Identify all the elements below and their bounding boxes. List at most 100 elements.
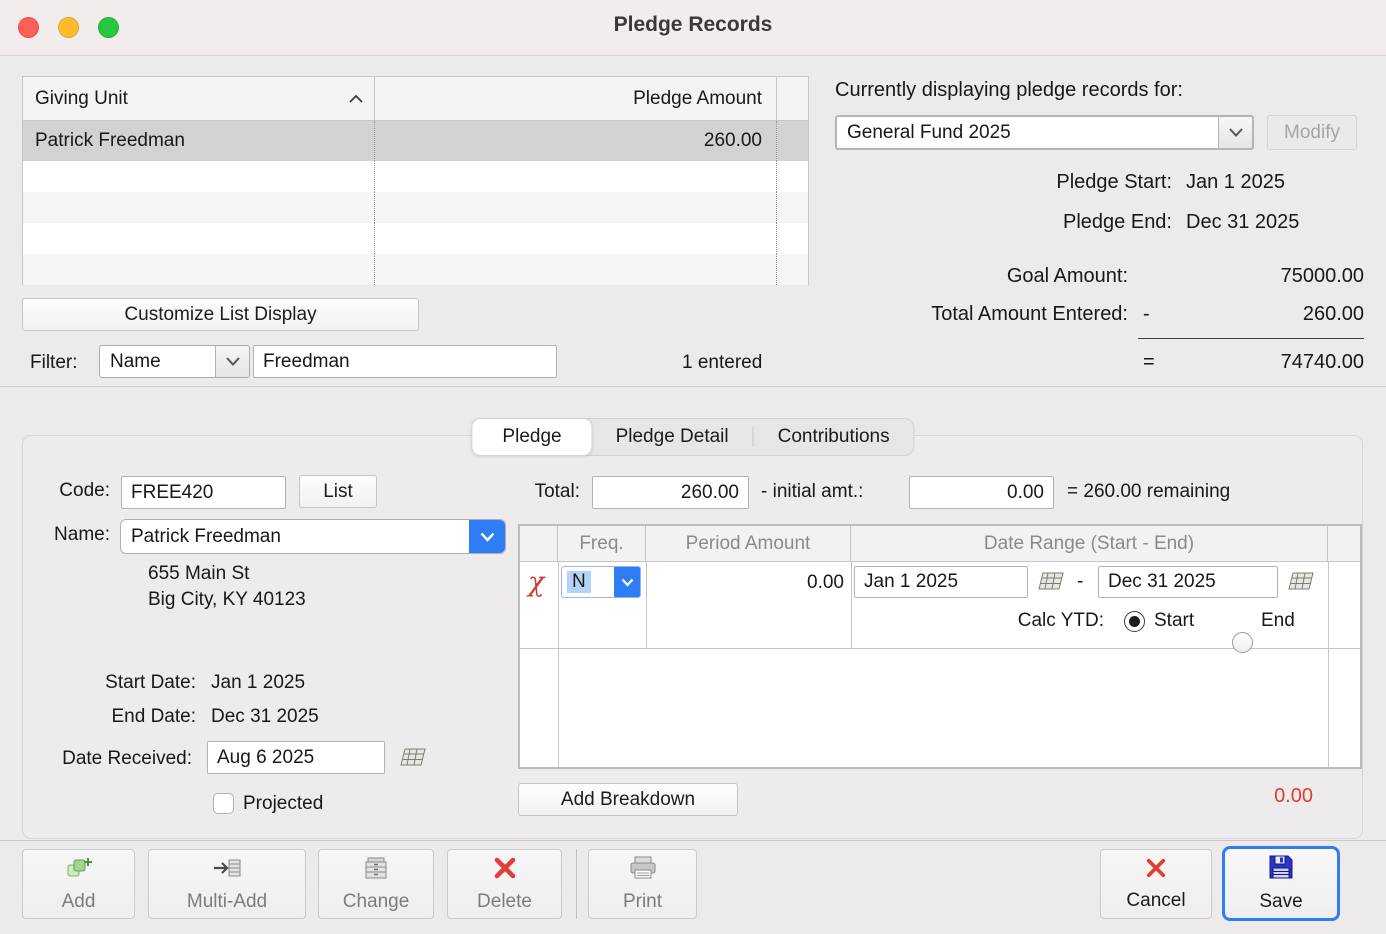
code-label: Code: [59, 480, 110, 501]
range-end-calendar-icon[interactable] [1286, 570, 1316, 598]
chevron-down-icon[interactable] [469, 520, 505, 553]
cancel-button[interactable]: Cancel [1100, 849, 1212, 919]
title-bar: Pledge Records [0, 0, 1386, 56]
list-empty-row[interactable] [23, 161, 808, 192]
calc-ytd-start-radio[interactable] [1124, 611, 1145, 632]
change-icon [363, 856, 389, 886]
freq-dropdown[interactable]: N [561, 566, 641, 598]
fund-dropdown[interactable]: General Fund 2025 [835, 115, 1254, 150]
list-empty-row[interactable] [23, 192, 808, 223]
pledge-amount-column-header[interactable]: Pledge Amount [374, 77, 776, 120]
total-label: Total: [534, 481, 580, 502]
breakdown-body: χ N 0.00 - Calc YTD: [520, 562, 1360, 767]
tab-contributions-label: Contributions [777, 426, 890, 447]
code-list-label: List [323, 480, 353, 502]
date-received-label: Date Received: [62, 748, 192, 769]
range-dash: - [1077, 571, 1084, 592]
modify-fund-button[interactable]: Modify [1267, 115, 1357, 150]
code-input[interactable] [121, 476, 286, 509]
range-start-date-input[interactable] [854, 566, 1028, 598]
entered-count-label: 1 entered [682, 352, 763, 373]
pledge-start-label: Pledge Start: [1056, 171, 1172, 193]
add-icon [65, 856, 93, 886]
chevron-down-icon[interactable] [614, 567, 640, 597]
cancel-label: Cancel [1126, 889, 1186, 911]
cancel-x-icon [1145, 857, 1167, 885]
list-row-selected[interactable]: Patrick Freedman 260.00 [23, 121, 808, 161]
start-date-value: Jan 1 2025 [211, 672, 306, 693]
list-empty-row[interactable] [23, 254, 808, 285]
filter-field-value: Name [110, 350, 161, 372]
column-divider [558, 562, 559, 767]
save-disk-icon [1268, 854, 1294, 886]
calc-ytd-label: Calc YTD: [1017, 610, 1104, 631]
subtotal-rule [1138, 338, 1364, 339]
chevron-down-icon[interactable] [1218, 117, 1252, 148]
freq-header-label: Freq. [579, 532, 624, 554]
list-header-row: Giving Unit Pledge Amount [23, 77, 808, 121]
pledge-detail-section: Pledge Pledge Detail Contributions Code:… [0, 386, 1386, 840]
delete-label: Delete [477, 890, 532, 912]
tab-contributions[interactable]: Contributions [754, 419, 914, 455]
print-button[interactable]: Print [588, 849, 697, 919]
tab-bar: Pledge Pledge Detail Contributions [471, 418, 915, 456]
calc-ytd-end-radio[interactable] [1232, 632, 1253, 653]
date-range-header-label: Date Range (Start - End) [983, 532, 1195, 554]
fund-panel-heading: Currently displaying pledge records for: [835, 79, 1183, 101]
list-empty-row[interactable] [23, 223, 808, 254]
delete-row-icon[interactable]: χ [528, 569, 544, 596]
range-end-date-input[interactable] [1098, 566, 1278, 598]
projected-checkbox[interactable] [213, 793, 234, 814]
start-date-label: Start Date: [105, 672, 196, 693]
date-received-calendar-icon[interactable] [398, 746, 428, 774]
date-received-input[interactable] [207, 741, 385, 774]
total-input[interactable] [592, 476, 749, 509]
list-scrollbar-header [776, 77, 808, 120]
giving-unit-name-cell: Patrick Freedman [35, 130, 185, 151]
list-scrollbar-track[interactable] [776, 121, 808, 161]
range-start-calendar-icon[interactable] [1036, 570, 1066, 598]
initial-amt-input[interactable] [909, 476, 1054, 509]
freq-selected-text: N [567, 571, 591, 593]
multi-add-button[interactable]: Multi-Add [148, 849, 306, 919]
customize-list-display-button[interactable]: Customize List Display [22, 298, 419, 331]
pledge-amount-header-label: Pledge Amount [633, 87, 762, 109]
radio-dot [1129, 616, 1140, 627]
window-title: Pledge Records [613, 13, 773, 36]
date-range-column-header: Date Range (Start - End) [851, 526, 1328, 561]
chevron-down-icon[interactable] [215, 346, 249, 377]
period-amount-header-label: Period Amount [685, 532, 811, 554]
pledge-start-value: Jan 1 2025 [1186, 171, 1285, 193]
code-list-button[interactable]: List [299, 475, 377, 508]
period-amount-column-header: Period Amount [646, 526, 851, 561]
giving-unit-column-header[interactable]: Giving Unit [23, 77, 374, 120]
add-button[interactable]: Add [22, 849, 135, 919]
end-date-label: End Date: [111, 706, 197, 727]
tab-pledge[interactable]: Pledge [471, 418, 593, 456]
add-breakdown-button[interactable]: Add Breakdown [518, 783, 738, 816]
change-button[interactable]: Change [318, 849, 434, 919]
period-amount-cell[interactable]: 0.00 [650, 572, 844, 594]
tab-pledge-detail[interactable]: Pledge Detail [592, 419, 753, 455]
address-line2: Big City, KY 40123 [148, 589, 306, 610]
projected-label: Projected [243, 793, 324, 814]
remaining-goal-value: 74740.00 [1280, 351, 1364, 373]
save-button[interactable]: Save [1222, 846, 1340, 921]
freq-column-header: Freq. [558, 526, 646, 561]
print-label: Print [622, 890, 663, 912]
total-entered-label: Total Amount Entered: [931, 303, 1128, 325]
column-divider [1328, 562, 1329, 767]
filter-field-dropdown[interactable]: Name [99, 345, 250, 378]
change-label: Change [342, 890, 410, 912]
giving-unit-header-label: Giving Unit [35, 87, 128, 109]
tab-pledge-detail-label: Pledge Detail [615, 426, 729, 447]
name-dropdown[interactable]: Patrick Freedman [120, 519, 506, 554]
name-dropdown-value: Patrick Freedman [131, 525, 281, 547]
add-breakdown-label: Add Breakdown [560, 788, 696, 810]
fund-dropdown-value: General Fund 2025 [847, 121, 1011, 143]
column-divider [851, 562, 852, 648]
filter-value-input[interactable] [253, 345, 557, 378]
sort-ascending-icon [348, 94, 364, 104]
delete-button[interactable]: Delete [447, 849, 562, 919]
breakdown-table: Freq. Period Amount Date Range (Start - … [518, 524, 1362, 769]
